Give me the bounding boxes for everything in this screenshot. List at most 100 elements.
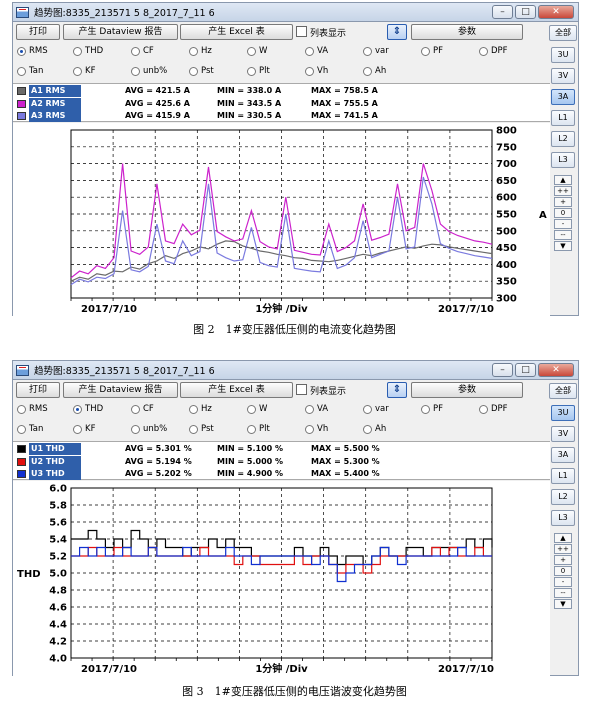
- radio-dot[interactable]: [305, 46, 314, 56]
- zoom-top-arrow-icon[interactable]: ▲: [554, 175, 572, 185]
- radio-dot[interactable]: [189, 66, 198, 76]
- legend-series-name[interactable]: U1 THD: [29, 443, 81, 455]
- radio-w[interactable]: W: [247, 404, 267, 414]
- radio-dot[interactable]: [247, 404, 256, 414]
- excel-export-button[interactable]: 产生 Excel 表: [180, 382, 293, 398]
- radio-cf[interactable]: CF: [131, 404, 154, 414]
- channel-button-3v[interactable]: 3V: [551, 426, 575, 442]
- decrement-button[interactable]: -: [554, 219, 572, 229]
- radio-thd[interactable]: THD: [73, 404, 103, 414]
- close-button[interactable]: ✕: [538, 5, 574, 19]
- channel-button-l1[interactable]: L1: [551, 110, 575, 126]
- params-button[interactable]: 参数: [411, 382, 523, 398]
- legend-series-name[interactable]: U3 THD: [29, 468, 81, 480]
- dataview-report-button[interactable]: 产生 Dataview 报告: [63, 382, 178, 398]
- radio-cf[interactable]: CF: [131, 46, 154, 56]
- radio-dot[interactable]: [479, 404, 488, 414]
- radio-dot[interactable]: [421, 404, 430, 414]
- radio-dot[interactable]: [247, 46, 256, 56]
- channel-button-3v[interactable]: 3V: [551, 68, 575, 84]
- radio-vh[interactable]: Vh: [305, 66, 328, 76]
- legend-series-name[interactable]: A2 RMS: [29, 97, 81, 110]
- legend-swatch[interactable]: [17, 457, 26, 466]
- radio-dot[interactable]: [479, 46, 488, 56]
- channel-button-l2[interactable]: L2: [551, 131, 575, 147]
- channel-button-l3[interactable]: L3: [551, 510, 575, 526]
- radio-dot[interactable]: [131, 66, 140, 76]
- reset-zero-button[interactable]: 0: [554, 208, 572, 218]
- radio-dot[interactable]: [363, 424, 372, 434]
- zoom-out-button[interactable]: --: [554, 230, 572, 240]
- zoom-in-button[interactable]: ++: [554, 544, 572, 554]
- radio-dot[interactable]: [305, 66, 314, 76]
- radio-pst[interactable]: Pst: [189, 66, 214, 76]
- radio-dot[interactable]: [189, 424, 198, 434]
- radio-dot[interactable]: [247, 424, 256, 434]
- legend-series-name[interactable]: A3 RMS: [29, 110, 81, 122]
- channel-button-3u[interactable]: 3U: [551, 405, 575, 421]
- dataview-report-button[interactable]: 产生 Dataview 报告: [63, 24, 178, 40]
- zoom-in-button[interactable]: ++: [554, 186, 572, 196]
- fit-vertical-icon[interactable]: ⇕: [387, 382, 407, 398]
- radio-thd[interactable]: THD: [73, 46, 103, 56]
- radio-dot[interactable]: [305, 424, 314, 434]
- legend-swatch[interactable]: [17, 99, 26, 108]
- radio-ah[interactable]: Ah: [363, 424, 386, 434]
- print-button[interactable]: 打印: [16, 24, 60, 40]
- radio-va[interactable]: VA: [305, 404, 328, 414]
- legend-swatch[interactable]: [17, 87, 26, 95]
- excel-export-button[interactable]: 产生 Excel 表: [180, 24, 293, 40]
- radio-hz[interactable]: Hz: [189, 46, 212, 56]
- radio-dot[interactable]: [189, 404, 198, 414]
- radio-pf[interactable]: PF: [421, 404, 443, 414]
- radio-plt[interactable]: Plt: [247, 424, 270, 434]
- show-all-button[interactable]: 全部: [549, 25, 577, 41]
- list-display-checkbox[interactable]: [296, 26, 307, 37]
- radio-dot[interactable]: [189, 46, 198, 56]
- legend-series-name[interactable]: A1 RMS: [29, 85, 81, 97]
- radio-dpf[interactable]: DPF: [479, 404, 508, 414]
- radio-dot[interactable]: [363, 66, 372, 76]
- channel-button-3a[interactable]: 3A: [551, 447, 575, 463]
- maximize-button[interactable]: □: [515, 5, 536, 19]
- channel-button-3u[interactable]: 3U: [551, 47, 575, 63]
- radio-pf[interactable]: PF: [421, 46, 443, 56]
- radio-dot[interactable]: [17, 46, 26, 56]
- radio-dot[interactable]: [131, 424, 140, 434]
- radio-rms[interactable]: RMS: [17, 46, 48, 56]
- radio-unb[interactable]: unb%: [131, 66, 167, 76]
- increment-button[interactable]: +: [554, 197, 572, 207]
- maximize-button[interactable]: □: [515, 363, 536, 377]
- radio-va[interactable]: VA: [305, 46, 328, 56]
- show-all-button[interactable]: 全部: [549, 383, 577, 399]
- channel-button-l3[interactable]: L3: [551, 152, 575, 168]
- radio-vh[interactable]: Vh: [305, 424, 328, 434]
- legend-series-name[interactable]: U2 THD: [29, 455, 81, 468]
- reset-zero-button[interactable]: 0: [554, 566, 572, 576]
- radio-dot[interactable]: [363, 46, 372, 56]
- zoom-bottom-arrow-icon[interactable]: ▼: [554, 241, 572, 251]
- radio-dot[interactable]: [363, 404, 372, 414]
- radio-dot[interactable]: [421, 46, 430, 56]
- radio-unb[interactable]: unb%: [131, 424, 167, 434]
- zoom-bottom-arrow-icon[interactable]: ▼: [554, 599, 572, 609]
- radio-dot[interactable]: [131, 404, 140, 414]
- print-button[interactable]: 打印: [16, 382, 60, 398]
- radio-var[interactable]: var: [363, 404, 389, 414]
- radio-tan[interactable]: Tan: [17, 66, 43, 76]
- radio-var[interactable]: var: [363, 46, 389, 56]
- legend-swatch[interactable]: [17, 470, 26, 478]
- increment-button[interactable]: +: [554, 555, 572, 565]
- zoom-top-arrow-icon[interactable]: ▲: [554, 533, 572, 543]
- radio-dot[interactable]: [17, 66, 26, 76]
- radio-w[interactable]: W: [247, 46, 267, 56]
- radio-dot[interactable]: [305, 404, 314, 414]
- radio-plt[interactable]: Plt: [247, 66, 270, 76]
- zoom-out-button[interactable]: --: [554, 588, 572, 598]
- radio-dot[interactable]: [17, 424, 26, 434]
- radio-hz[interactable]: Hz: [189, 404, 212, 414]
- radio-dot[interactable]: [73, 404, 82, 414]
- channel-button-3a[interactable]: 3A: [551, 89, 575, 105]
- radio-ah[interactable]: Ah: [363, 66, 386, 76]
- channel-button-l2[interactable]: L2: [551, 489, 575, 505]
